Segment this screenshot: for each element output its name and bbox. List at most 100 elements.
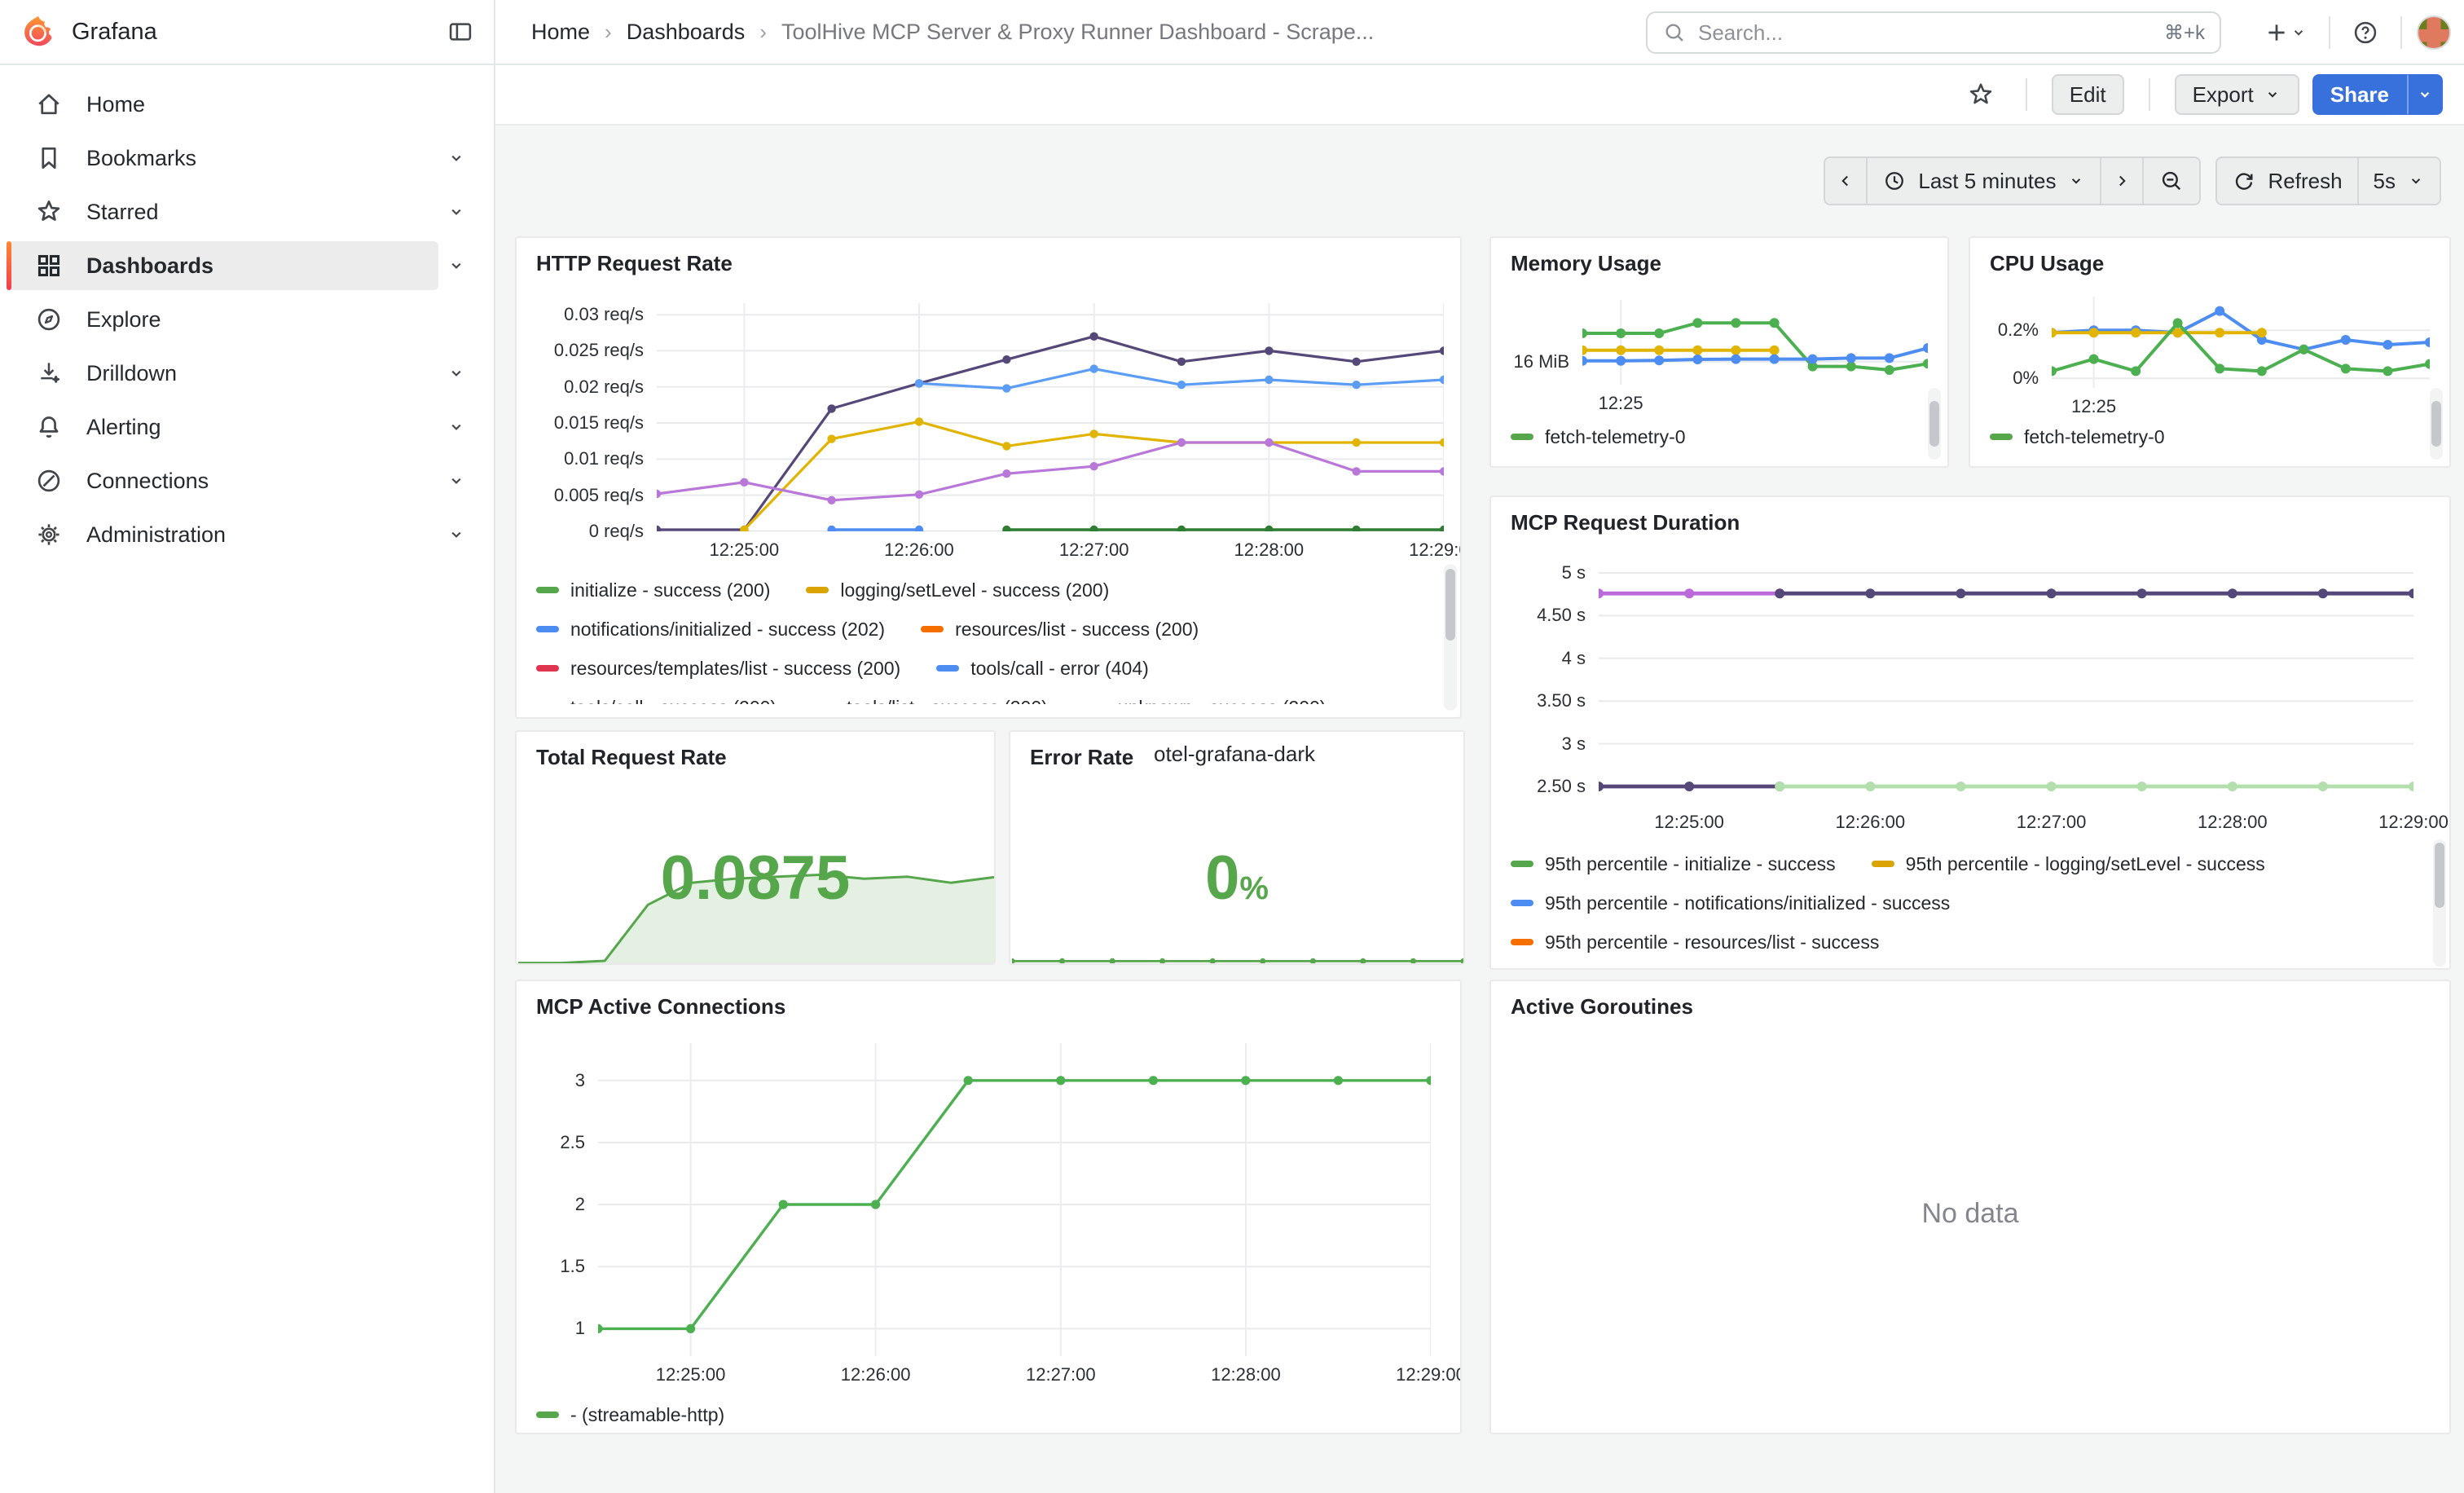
panel-title[interactable]: CPU Usage bbox=[1990, 251, 2104, 276]
memory-legend: fetch-telemetry-0 bbox=[1511, 417, 1918, 456]
time-shift-back-button[interactable] bbox=[1825, 158, 1868, 204]
legend-item[interactable]: fetch-telemetry-0 bbox=[1990, 426, 2165, 448]
sidebar-item-link[interactable]: Dashboards bbox=[7, 241, 438, 290]
legend-item[interactable]: unknown - success (200) bbox=[1084, 697, 1327, 705]
legend-color-marker bbox=[1990, 434, 2013, 440]
add-new-button[interactable] bbox=[2257, 13, 2314, 52]
error-rate-number: 0 bbox=[1205, 843, 1239, 913]
expand-chevron-icon[interactable] bbox=[438, 363, 474, 383]
legend-color-marker bbox=[1511, 434, 1533, 440]
legend-item[interactable]: initialize - success (200) bbox=[536, 579, 770, 601]
legend-label: notifications/initialized - success (202… bbox=[570, 619, 885, 641]
y-axis-tick: 5 s bbox=[1491, 562, 1586, 584]
legend-color-marker bbox=[536, 587, 559, 593]
expand-chevron-icon[interactable] bbox=[438, 417, 474, 437]
star-icon bbox=[1967, 81, 1995, 108]
sidebar-item-link[interactable]: Drilldown bbox=[7, 349, 438, 398]
panel-title[interactable]: Error Rate bbox=[1030, 745, 1133, 770]
legend-item[interactable]: 95th percentile - initialize - success bbox=[1511, 853, 1836, 875]
y-axis-tick: 4 s bbox=[1491, 648, 1586, 669]
sidebar-item-drilldown: Drilldown bbox=[7, 349, 474, 398]
refresh-button[interactable]: Refresh bbox=[2217, 158, 2358, 204]
legend-item[interactable]: - (streamable-http) bbox=[536, 1404, 724, 1426]
legend-item[interactable]: 95th percentile - resources/list - succe… bbox=[1511, 931, 1879, 953]
breadcrumb: Home › Dashboards › ToolHive MCP Server … bbox=[531, 20, 1374, 45]
legend-color-marker bbox=[1511, 939, 1533, 945]
sidebar-item-link[interactable]: Explore bbox=[7, 295, 438, 344]
legend-item[interactable]: 95th percentile - logging/setLevel - suc… bbox=[1872, 853, 2265, 875]
sidebar-item-link[interactable]: Starred bbox=[7, 187, 438, 236]
legend-label: 95th percentile - notifications/initiali… bbox=[1545, 892, 1950, 914]
legend-label: fetch-telemetry-0 bbox=[2024, 426, 2165, 448]
panel-total-request-rate: Total Request Rate 0.0875 bbox=[515, 730, 996, 965]
legend-item[interactable]: notifications/initialized - success (202… bbox=[536, 619, 885, 641]
panel-title[interactable]: HTTP Request Rate bbox=[536, 251, 733, 276]
legend-label: - (streamable-http) bbox=[570, 1404, 724, 1426]
y-axis-tick: 4.50 s bbox=[1491, 605, 1586, 626]
grafana-app: Grafana Home › Dashboards › ToolHive MCP… bbox=[0, 0, 2464, 1493]
legend-item[interactable]: fetch-telemetry-0 bbox=[1511, 426, 1686, 448]
y-axis-tick: 0.015 req/s bbox=[517, 412, 644, 434]
user-avatar[interactable] bbox=[2417, 15, 2451, 50]
search-input[interactable]: Search... ⌘+k bbox=[1646, 11, 2221, 54]
share-dropdown-button[interactable] bbox=[2407, 74, 2443, 115]
help-button[interactable] bbox=[2345, 12, 2386, 53]
expand-chevron-icon[interactable] bbox=[438, 202, 474, 222]
time-shift-forward-button[interactable] bbox=[2101, 158, 2144, 204]
sidebar-item-link[interactable]: Connections bbox=[7, 456, 438, 505]
star-dashboard-button[interactable] bbox=[1960, 74, 2001, 115]
sidebar-item-link[interactable]: Alerting bbox=[7, 403, 438, 451]
error-rate-note: otel-grafana-dark bbox=[1154, 742, 1315, 767]
legend-item[interactable]: logging/setLevel - success (200) bbox=[806, 579, 1109, 601]
export-label: Export bbox=[2193, 82, 2254, 108]
legend-scrollbar-thumb[interactable] bbox=[2435, 843, 2444, 908]
legend-item[interactable]: tools/list - success (200) bbox=[812, 697, 1048, 705]
y-axis-tick: 0.02 req/s bbox=[517, 377, 644, 398]
home-icon bbox=[34, 90, 64, 119]
panel-memory-usage: Memory Usage fetch-telemetry-0 16 MiB12:… bbox=[1489, 236, 1949, 468]
connections-legend: - (streamable-http) bbox=[536, 1395, 1432, 1434]
sidebar-item-link[interactable]: Administration bbox=[7, 510, 438, 559]
y-axis-tick: 3 bbox=[517, 1070, 585, 1091]
refresh-icon bbox=[2232, 169, 2256, 193]
sidebar-nav: Home BookmarksStarred Dashboards Explore Dri… bbox=[0, 65, 495, 1493]
legend-item[interactable]: tools/call - error (404) bbox=[936, 658, 1149, 680]
panel-title[interactable]: Memory Usage bbox=[1511, 251, 1661, 276]
legend-item[interactable]: tools/call - success (200) bbox=[536, 697, 777, 705]
legend-item[interactable]: resources/templates/list - success (200) bbox=[536, 658, 900, 680]
sidebar-toggle-button[interactable] bbox=[440, 11, 481, 52]
expand-chevron-icon[interactable] bbox=[438, 148, 474, 168]
breadcrumb-current-dashboard: ToolHive MCP Server & Proxy Runner Dashb… bbox=[781, 20, 1374, 45]
sidebar-item-link[interactable]: Bookmarks bbox=[7, 134, 438, 183]
panel-active-goroutines: Active Goroutines No data bbox=[1489, 980, 2451, 1434]
sidebar-item-label: Alerting bbox=[86, 415, 161, 440]
legend-scrollbar-thumb[interactable] bbox=[1929, 401, 1939, 447]
grafana-logo-icon bbox=[21, 15, 55, 49]
search-icon bbox=[1662, 20, 1687, 45]
panel-title[interactable]: MCP Request Duration bbox=[1511, 510, 1740, 535]
export-button[interactable]: Export bbox=[2175, 74, 2299, 115]
panel-title[interactable]: Total Request Rate bbox=[536, 745, 727, 770]
x-axis-tick: 12:28:00 bbox=[1181, 1364, 1311, 1385]
edit-button[interactable]: Edit bbox=[2052, 74, 2124, 115]
legend-label: tools/list - success (200) bbox=[847, 697, 1048, 705]
time-range-picker[interactable]: Last 5 minutes bbox=[1868, 158, 2101, 204]
panel-title[interactable]: MCP Active Connections bbox=[536, 994, 785, 1020]
y-axis-tick: 2.5 bbox=[517, 1132, 585, 1153]
y-axis-tick: 0.005 req/s bbox=[517, 485, 644, 506]
legend-scrollbar-thumb[interactable] bbox=[1445, 569, 1455, 641]
refresh-interval-picker[interactable]: 5s bbox=[2359, 158, 2440, 204]
zoom-out-time-button[interactable] bbox=[2144, 158, 2199, 204]
legend-color-marker bbox=[536, 1412, 559, 1418]
legend-item[interactable]: 95th percentile - notifications/initiali… bbox=[1511, 892, 1950, 914]
expand-chevron-icon[interactable] bbox=[438, 471, 474, 491]
legend-item[interactable]: resources/list - success (200) bbox=[921, 619, 1199, 641]
panel-title[interactable]: Active Goroutines bbox=[1511, 994, 1693, 1020]
breadcrumb-home[interactable]: Home bbox=[531, 20, 590, 45]
sidebar-item-link[interactable]: Home bbox=[7, 80, 438, 129]
share-button[interactable]: Share bbox=[2312, 74, 2407, 115]
expand-chevron-icon[interactable] bbox=[438, 256, 474, 275]
expand-chevron-icon[interactable] bbox=[438, 525, 474, 544]
legend-scrollbar-thumb[interactable] bbox=[2431, 401, 2441, 447]
breadcrumb-dashboards[interactable]: Dashboards bbox=[627, 20, 746, 45]
